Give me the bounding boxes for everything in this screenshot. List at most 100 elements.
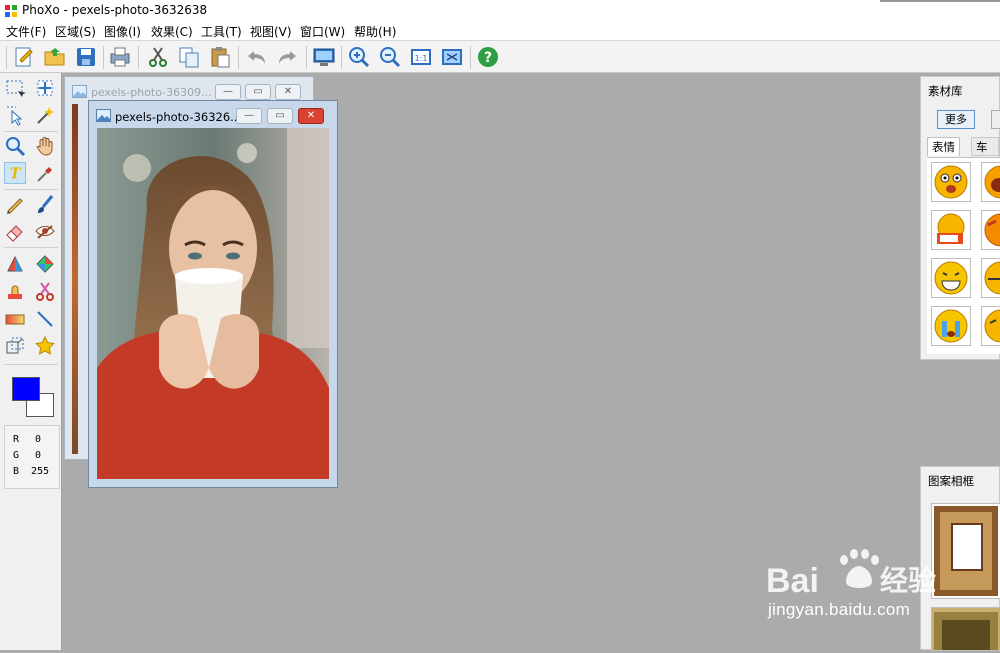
rgb-label-g: G [13, 450, 20, 461]
emoji-speechless-icon [984, 261, 1000, 295]
emoji-item[interactable] [981, 162, 1000, 202]
copy-icon[interactable] [177, 45, 201, 69]
save-icon[interactable] [74, 45, 98, 69]
pencil-icon[interactable] [4, 193, 26, 215]
restore-button-back[interactable]: ▭ [245, 84, 271, 100]
svg-text:1:1: 1:1 [415, 54, 428, 63]
emoji-item[interactable] [931, 210, 971, 250]
emoji-item[interactable] [931, 258, 971, 298]
photo-canvas[interactable] [97, 128, 329, 479]
menu-region[interactable]: 区域(S) [55, 23, 96, 40]
menu-image[interactable]: 图像(I) [104, 23, 141, 40]
menu-effects[interactable]: 效果(C) [151, 23, 193, 40]
capture-screen-icon[interactable] [312, 45, 336, 69]
emoji-grid [927, 157, 1000, 354]
toolbar-separator [341, 46, 342, 69]
gradient-icon[interactable] [4, 308, 26, 330]
red-eye-icon[interactable] [34, 220, 56, 242]
menu-tools[interactable]: 工具(T) [201, 23, 242, 40]
back-image-preview [72, 104, 78, 454]
line-icon[interactable] [34, 308, 56, 330]
zoom-in-icon[interactable] [347, 45, 371, 69]
rgb-label-r: R [13, 434, 20, 445]
color-replace-icon[interactable] [34, 253, 56, 275]
undo-icon[interactable] [245, 45, 269, 69]
emoji-item[interactable] [981, 258, 1000, 298]
toolbar-separator [306, 46, 307, 69]
paste-icon[interactable] [208, 45, 232, 69]
image-doc-icon [96, 109, 111, 122]
svg-text:经验: 经验 [880, 564, 936, 597]
baidu-jingyan-watermark: Bai 经验 jingyan.baidu.com [766, 540, 956, 630]
move-icon[interactable] [34, 77, 56, 99]
emoji-item[interactable] [981, 306, 1000, 346]
svg-text:?: ? [484, 50, 492, 66]
scissors-icon[interactable] [34, 280, 56, 302]
watermark-url: jingyan.baidu.com [768, 600, 911, 619]
emoji-laughing-icon [984, 165, 1000, 199]
emoji-item[interactable] [981, 210, 1000, 250]
minimize-button-front[interactable]: — [236, 108, 262, 124]
emoji-item[interactable] [931, 162, 971, 202]
more-button[interactable]: 更多 [937, 110, 975, 129]
brush-icon[interactable] [34, 193, 56, 215]
main-toolbar: 1:1 ? [0, 40, 1000, 73]
redo-icon[interactable] [275, 45, 299, 69]
text-tool[interactable]: T [4, 162, 26, 184]
magic-wand-icon[interactable] [34, 104, 56, 126]
panel-title-frames: 图案相框 [928, 474, 974, 488]
cut-icon[interactable] [146, 45, 170, 69]
open-folder-icon[interactable] [43, 45, 67, 69]
emoji-item[interactable] [931, 306, 971, 346]
baidu-logo: Bai 经验 [766, 549, 936, 600]
stamp-icon[interactable] [4, 280, 26, 302]
panel-title-library: 素材库 [928, 84, 963, 98]
close-button-back[interactable]: ✕ [275, 84, 301, 100]
toolbar-separator [103, 46, 104, 69]
rgb-readout: R 0 G 0 B 255 [4, 425, 60, 489]
material-library-panel: 素材库 更多 表情 车标 [920, 76, 1000, 360]
star-icon[interactable] [34, 335, 56, 357]
zoom-icon[interactable] [4, 135, 26, 157]
library-option-button[interactable] [991, 110, 1000, 129]
foreground-color-swatch[interactable] [12, 377, 40, 401]
transform-icon[interactable] [4, 335, 26, 357]
eyedropper-icon[interactable] [34, 162, 56, 184]
fit-window-icon[interactable] [440, 45, 464, 69]
menu-view[interactable]: 视图(V) [250, 23, 292, 40]
phoxo-logo-icon [5, 5, 17, 17]
minimize-button-back[interactable]: — [215, 84, 241, 100]
image-window-front[interactable]: pexels-photo-36326... — ▭ ✕ [88, 100, 338, 488]
menu-help[interactable]: 帮助(H) [354, 23, 396, 40]
menu-window[interactable]: 窗口(W) [300, 23, 345, 40]
clone-icon[interactable] [4, 253, 26, 275]
rect-select-icon[interactable] [4, 77, 26, 99]
svg-text:Bai: Bai [766, 562, 819, 600]
rgb-value-g: 0 [35, 450, 42, 461]
close-button-front[interactable]: ✕ [298, 108, 324, 124]
help-icon[interactable]: ? [476, 45, 500, 69]
tool-separator [4, 189, 58, 190]
title-bar: PhoXo - pexels-photo-3632638 [0, 0, 1000, 22]
menu-file[interactable]: 文件(F) [6, 23, 46, 40]
eraser-icon[interactable] [4, 220, 26, 242]
restore-button-front[interactable]: ▭ [267, 108, 293, 124]
emoji-crying-icon [934, 309, 968, 343]
hand-icon[interactable] [34, 135, 56, 157]
image-doc-icon [72, 85, 87, 98]
menu-bar: 文件(F) 区域(S) 图像(I) 效果(C) 工具(T) 视图(V) 窗口(W… [0, 22, 1000, 40]
zoom-out-icon[interactable] [378, 45, 402, 69]
actual-size-icon[interactable]: 1:1 [409, 45, 433, 69]
new-icon[interactable] [12, 45, 36, 69]
emoji-sweat-icon [984, 309, 1000, 343]
tab-emoji[interactable]: 表情 [927, 137, 960, 156]
window-title-front: pexels-photo-36326... [115, 110, 242, 124]
svg-text:T: T [10, 165, 22, 182]
pointer-select-icon[interactable] [4, 104, 26, 126]
tool-separator [4, 247, 58, 248]
print-icon[interactable] [108, 45, 132, 69]
title-bar-edge [880, 0, 1000, 2]
tab-car-logos[interactable]: 车标 [971, 137, 999, 172]
toolbar-separator [238, 46, 239, 69]
text-icon: T [10, 165, 22, 182]
